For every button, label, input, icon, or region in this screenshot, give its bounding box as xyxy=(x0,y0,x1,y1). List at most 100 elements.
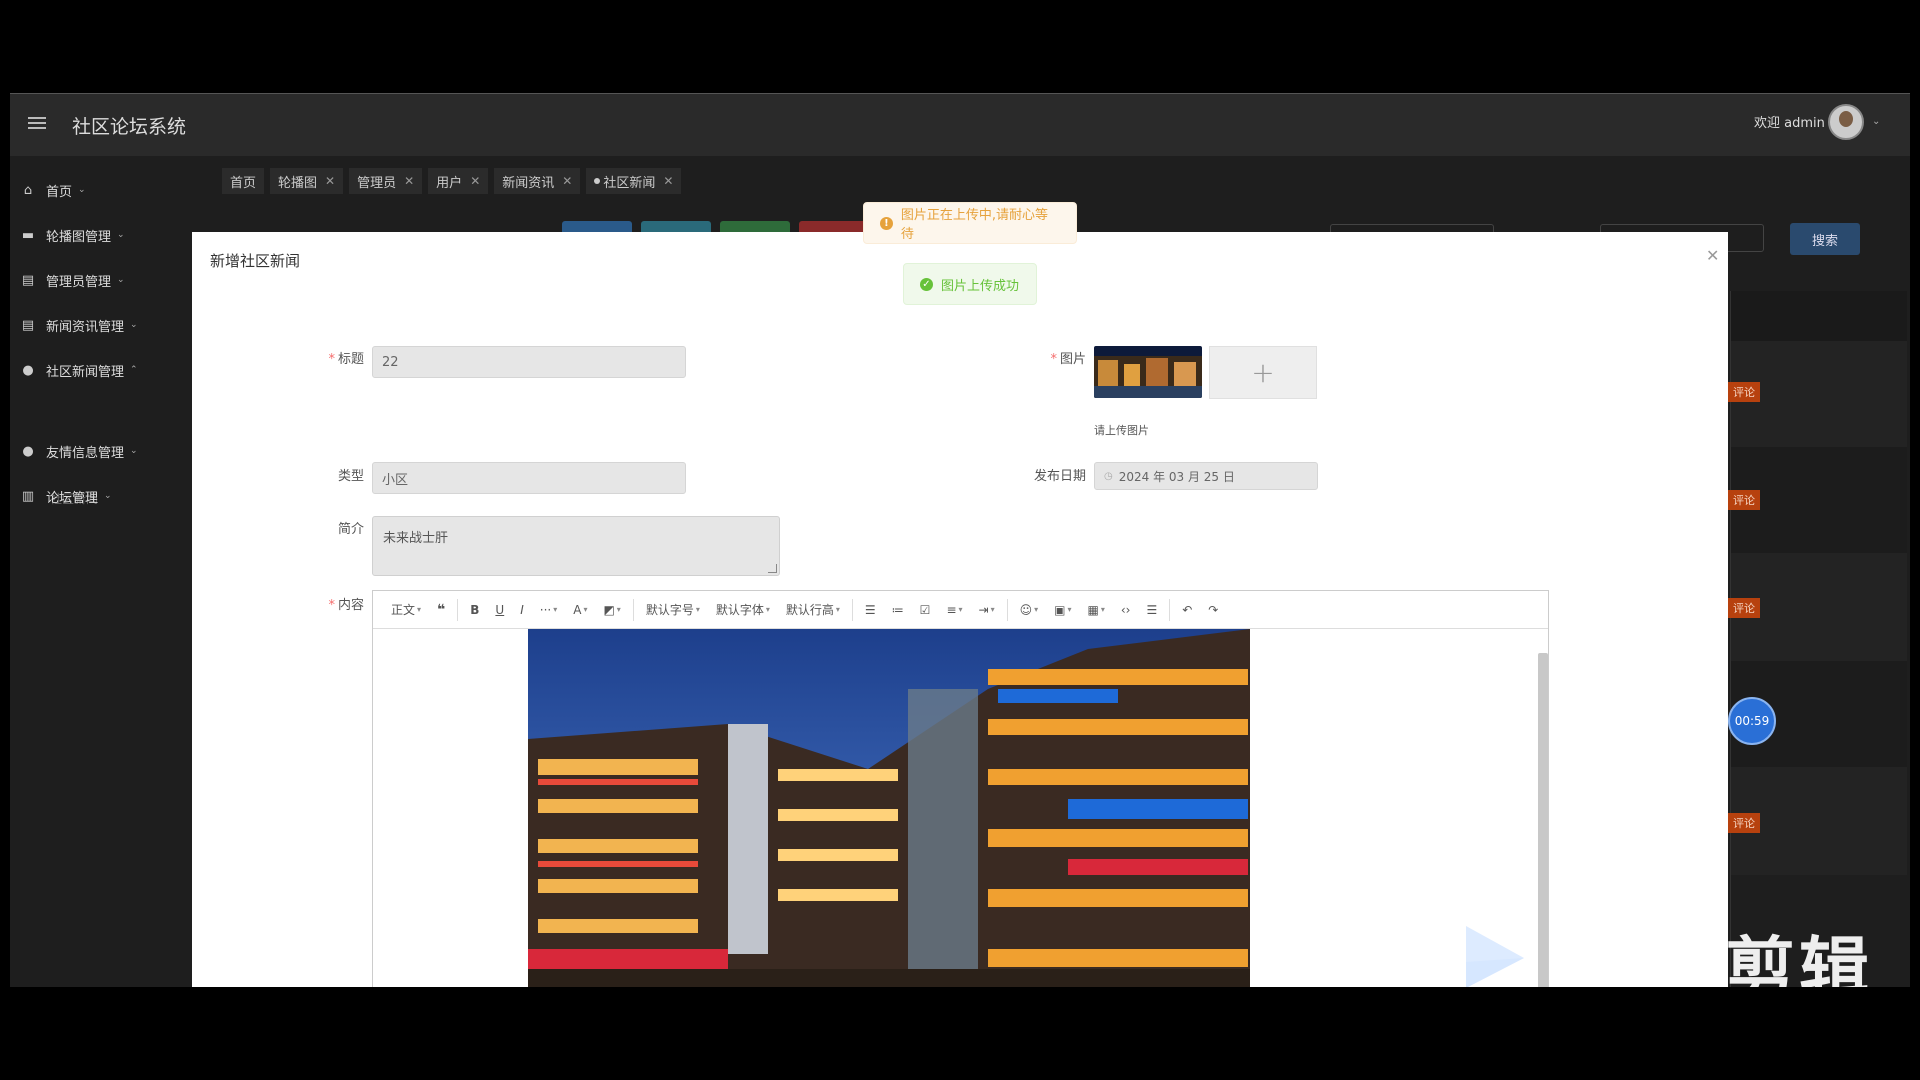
font-size-select[interactable]: 默认字号 ▾ xyxy=(638,598,708,622)
comment-button[interactable]: 评论 xyxy=(1728,490,1760,510)
close-icon[interactable]: ✕ xyxy=(663,174,673,188)
type-label: 类型 xyxy=(337,469,364,484)
chevron-down-icon: ⌄ xyxy=(117,275,125,285)
close-icon[interactable]: ✕ xyxy=(470,174,480,188)
upload-hint: 请上传图片 xyxy=(1094,424,1149,437)
sidebar-item-label: 社区新闻管理 xyxy=(46,364,125,380)
divider-icon[interactable]: ☰ xyxy=(1138,598,1165,622)
tab-user[interactable]: 用户 ✕ xyxy=(428,168,489,194)
editor-scrollbar[interactable] xyxy=(1538,653,1548,987)
chevron-down-icon: ⌄ xyxy=(130,320,138,330)
italic-icon[interactable]: I xyxy=(512,598,532,622)
tab-community-news[interactable]: 社区新闻 ✕ xyxy=(586,168,682,194)
sidebar-item-label: 轮播图管理 xyxy=(46,229,112,245)
title-field[interactable]: 22 xyxy=(372,346,686,378)
date-field[interactable]: ◷ 2024 年 03 月 25 日 xyxy=(1094,462,1318,490)
menu-toggle-icon[interactable] xyxy=(28,114,46,130)
watermark-text: 剪辑 xyxy=(1725,928,1873,987)
tab-label: 社区新闻 xyxy=(603,175,656,191)
tab-bar: 首页 轮播图 ✕ 管理员 ✕ 用户 ✕ 新闻资讯 ✕ 社区新闻 ✕ xyxy=(222,168,682,198)
tab-home[interactable]: 首页 xyxy=(222,168,265,194)
toast-text: 图片上传成功 xyxy=(941,278,1020,294)
intro-label: 简介 xyxy=(337,522,364,537)
chevron-up-icon: ⌃ xyxy=(130,365,138,375)
bulleted-list-icon[interactable]: ☰ xyxy=(857,598,884,622)
emoji-icon[interactable]: ☺ ▾ xyxy=(1012,598,1047,622)
rich-text-editor: 正文 ▾ ❝ B U I ··· ▾ A ▾ ◩ ▾ 默认字号 ▾ 默认字体 ▾ 默认行高 ▾… xyxy=(372,590,1549,987)
editor-toolbar: 正文 ▾ ❝ B U I ··· ▾ A ▾ ◩ ▾ 默认字号 ▾ 默认字体 ▾ 默认行高 ▾… xyxy=(373,591,1548,629)
numbered-list-icon[interactable]: ≔ xyxy=(884,598,912,622)
toolbar-divider xyxy=(1169,598,1171,621)
redo-icon[interactable]: ↷ xyxy=(1200,598,1226,622)
table-icon[interactable]: ▦ ▾ xyxy=(1079,598,1112,622)
close-icon[interactable]: ✕ xyxy=(325,174,335,188)
tab-label: 轮播图 xyxy=(278,175,318,191)
tab-label: 首页 xyxy=(230,175,257,191)
font-color-icon[interactable]: A ▾ xyxy=(565,598,595,622)
add-news-dialog: 新增社区新闻 ✕ * 标题 22 * 图片 + 请上传图片 类型 小区 发布日期 ◷… xyxy=(192,232,1728,987)
toolbar-divider xyxy=(1006,598,1008,621)
tab-carousel[interactable]: 轮播图 ✕ xyxy=(270,168,344,194)
intro-textarea[interactable]: 未来战士肝 xyxy=(372,516,780,576)
avatar[interactable] xyxy=(1828,104,1864,140)
tab-label: 新闻资讯 xyxy=(502,175,555,191)
tab-admin[interactable]: 管理员 ✕ xyxy=(349,168,423,194)
app-title: 社区论坛系统 xyxy=(72,116,187,138)
caret-icon: ▾ xyxy=(835,605,840,614)
close-icon[interactable]: ✕ xyxy=(1706,246,1719,265)
image-label: * 图片 xyxy=(1042,348,1086,367)
font-family-select[interactable]: 默认字体 ▾ xyxy=(708,598,778,622)
toolbar-divider xyxy=(851,598,853,621)
dialog-title: 新增社区新闻 xyxy=(210,252,301,270)
sidebar-item-label: 新闻资讯管理 xyxy=(46,319,125,335)
content-image[interactable] xyxy=(528,629,1250,987)
editor-content[interactable] xyxy=(373,629,1548,987)
comment-button[interactable]: 评论 xyxy=(1728,813,1760,833)
undo-icon[interactable]: ↶ xyxy=(1174,598,1200,622)
sidebar-item-carousel[interactable]: ▬ 轮播图管理 ⌄ xyxy=(20,220,125,250)
sidebar-item-links[interactable]: ● 友情信息管理 ⌄ xyxy=(20,436,137,466)
close-icon[interactable]: ✕ xyxy=(404,174,414,188)
line-height-label: 默认行高 xyxy=(785,603,834,617)
title-label: * 标题 xyxy=(320,348,364,367)
align-icon[interactable]: ≡ ▾ xyxy=(938,598,970,622)
sidebar-item-admin[interactable]: ▤ 管理员管理 ⌄ xyxy=(20,265,125,295)
line-height-select[interactable]: 默认行高 ▾ xyxy=(778,598,848,622)
paragraph-select[interactable]: 正文 ▾ xyxy=(383,598,429,622)
more-icon[interactable]: ··· ▾ xyxy=(532,598,565,622)
background-color-icon[interactable]: ◩ ▾ xyxy=(595,598,628,622)
active-dot-icon xyxy=(594,178,601,184)
required-mark: * xyxy=(328,598,335,613)
sidebar-item-home[interactable]: ⌂ 首页 ⌄ xyxy=(20,175,86,205)
tab-label: 管理员 xyxy=(357,175,397,191)
chevron-down-icon[interactable]: ⌄ xyxy=(1872,116,1880,127)
paragraph-label: 正文 xyxy=(391,603,416,617)
sidebar-item-community-news[interactable]: ● 社区新闻管理 ⌃ xyxy=(20,355,138,385)
uploaded-image-thumbnail[interactable] xyxy=(1094,346,1202,398)
comment-button[interactable]: 评论 xyxy=(1728,598,1760,618)
image-icon[interactable]: ▣ ▾ xyxy=(1046,598,1079,622)
image-label-text: 图片 xyxy=(1059,352,1086,367)
sidebar-item-forum[interactable]: ▥ 论坛管理 ⌄ xyxy=(20,481,112,511)
forum-icon: ▥ xyxy=(21,488,35,504)
close-icon[interactable]: ✕ xyxy=(562,174,572,188)
chevron-down-icon: ⌄ xyxy=(104,491,112,501)
bold-icon[interactable]: B xyxy=(462,598,487,622)
search-button[interactable]: 搜索 xyxy=(1790,223,1860,255)
add-image-button[interactable]: + xyxy=(1209,346,1317,399)
caret-icon: ▾ xyxy=(695,605,700,614)
tab-news[interactable]: 新闻资讯 ✕ xyxy=(494,168,581,194)
code-icon[interactable]: ‹› xyxy=(1113,598,1139,622)
quote-icon[interactable]: ❝ xyxy=(429,598,453,622)
underline-icon[interactable]: U xyxy=(487,598,512,622)
comment-button[interactable]: 评论 xyxy=(1728,382,1760,402)
type-field[interactable]: 小区 xyxy=(372,462,686,494)
table-header xyxy=(1731,291,1907,341)
sidebar-item-news[interactable]: ▤ 新闻资讯管理 ⌄ xyxy=(20,310,138,340)
carousel-icon: ▬ xyxy=(21,227,35,243)
indent-icon[interactable]: ⇥ ▾ xyxy=(971,598,1003,622)
home-icon: ⌂ xyxy=(23,182,33,198)
news-icon: ▤ xyxy=(21,317,35,333)
todo-icon[interactable]: ☑ xyxy=(912,598,939,622)
toast-text: 图片正在上传中,请耐心等待 xyxy=(900,208,1049,242)
